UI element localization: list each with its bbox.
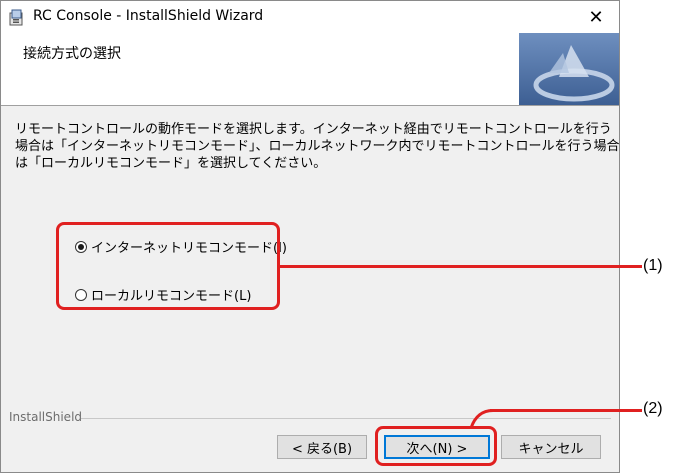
installshield-logo-graphic (519, 33, 619, 105)
instruction-line: は「ローカルリモコンモード」を選択してください。 (15, 156, 327, 171)
page-title: 接続方式の選択 (23, 46, 121, 62)
back-button[interactable]: < 戻る(B) (277, 435, 367, 459)
installer-icon (9, 9, 23, 26)
footer-divider (81, 418, 611, 419)
window-title: RC Console - InstallShield Wizard (33, 8, 264, 24)
instruction-line: リモートコントロールの動作モードを選択します。インターネット経由でリモートコント… (15, 122, 612, 137)
installshield-brand-label: InstallShield (9, 410, 83, 424)
cancel-button-label: キャンセル (518, 441, 584, 457)
callout-label-options: (1) (643, 257, 663, 274)
callout-leader-next-corner (469, 409, 494, 429)
close-icon: ✕ (588, 6, 604, 28)
title-bar: RC Console - InstallShield Wizard ✕ (1, 1, 619, 33)
callout-label-next: (2) (643, 400, 663, 417)
instruction-text: リモートコントロールの動作モードを選択します。インターネット経由でリモートコント… (15, 121, 620, 172)
callout-leader-next-horizontal (490, 409, 642, 412)
wizard-header: 接続方式の選択 (1, 33, 619, 106)
close-button[interactable]: ✕ (573, 1, 619, 33)
cancel-button[interactable]: キャンセル (501, 435, 601, 459)
instruction-line: 場合は「インターネットリモコンモード」、ローカルネットワーク内でリモートコントロ… (15, 139, 620, 154)
callout-box-options (56, 222, 280, 310)
back-button-label: < 戻る(B) (291, 441, 353, 457)
callout-box-next (375, 426, 497, 466)
callout-leader-options (280, 265, 642, 268)
